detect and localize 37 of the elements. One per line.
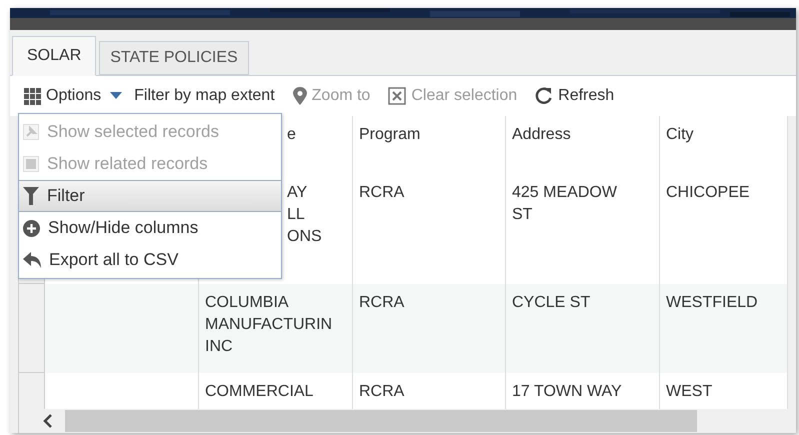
table-cell-text: RCRA xyxy=(359,293,406,313)
column-header[interactable]: City xyxy=(666,126,694,143)
column-header[interactable]: Program xyxy=(359,126,420,143)
toolbar-button[interactable]: Options xyxy=(24,84,122,108)
table-cell-text: WESTFIELD xyxy=(666,293,759,313)
toolbar-button[interactable]: Refresh xyxy=(535,84,614,108)
scroll-left-icon[interactable] xyxy=(41,414,55,428)
row-selector[interactable] xyxy=(19,284,45,373)
table-cell-text: 17 TOWN WAY xyxy=(512,382,623,402)
table-cell-text: 425 MEADOW ST xyxy=(512,183,618,225)
table-cell-text: CYCLE ST xyxy=(512,293,592,313)
table-cell-text: WEST xyxy=(666,382,714,402)
scrollbar-thumb[interactable] xyxy=(65,410,697,432)
menu-item[interactable]: Show/Hide columns xyxy=(19,212,281,244)
menu-item[interactable]: Export all to CSV xyxy=(19,244,281,276)
refresh-icon xyxy=(535,87,554,105)
column-header[interactable]: e xyxy=(287,126,296,143)
table-cell-text: COLUMBIA MANUFACTURIN INC xyxy=(205,293,334,357)
column-header[interactable]: Address xyxy=(512,126,571,143)
pin-icon xyxy=(23,124,39,140)
caret-icon xyxy=(110,92,122,100)
x-box-icon xyxy=(388,87,406,105)
reply-arrow-icon xyxy=(23,252,41,268)
table-cell-text: CHICOPEE xyxy=(666,183,751,203)
location-pin-icon xyxy=(292,87,307,105)
grid-icon xyxy=(24,88,41,104)
toolbar-button[interactable]: Filter by map extent xyxy=(134,84,275,108)
table-cell-text: RCRA xyxy=(359,183,406,203)
square-icon xyxy=(23,156,39,172)
menu-item[interactable]: Filter xyxy=(19,180,281,212)
table-cell-text: RCRA xyxy=(359,382,406,402)
funnel-icon xyxy=(23,187,39,205)
tab[interactable]: STATE POLICIES xyxy=(99,41,249,75)
table-cell-text: AY LL ONS xyxy=(287,183,323,247)
tab[interactable]: SOLAR xyxy=(12,36,96,76)
table-cell-text: COMMERCIAL xyxy=(205,382,314,402)
plus-circle-icon xyxy=(23,220,40,236)
